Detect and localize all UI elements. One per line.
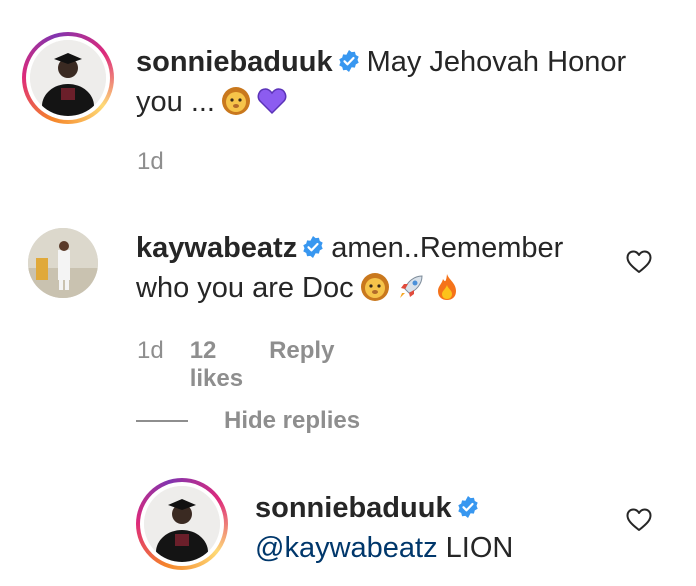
comment-username[interactable]: sonniebaduuk [136,46,333,78]
reply-body: LION [445,532,514,564]
reply-username[interactable]: sonniebaduuk [255,492,452,524]
avatar[interactable] [30,40,106,116]
verified-badge-icon [338,50,359,72]
lion-emoji-icon [222,87,250,115]
lion-emoji-icon [360,273,389,301]
reply-button[interactable]: Reply [269,337,334,393]
comment-body-line1: May Jehovah Honor [366,46,627,78]
divider-line [136,420,188,422]
comment-text: kaywabeatz amen..Remember who you are Doc [136,228,616,308]
rocket-emoji-icon [399,275,423,298]
hide-replies-button[interactable]: Hide replies [136,407,360,435]
comment-body-line2: you ... [136,86,215,118]
mention-link[interactable]: @kaywabeatz [255,532,438,564]
avatar-person-image [28,228,98,298]
likes-count[interactable]: 12 likes [190,337,243,393]
comment-body-line2: who you are Doc [136,272,354,304]
verified-badge-icon [303,236,323,258]
comment-meta: 1d 12 likes Reply [137,337,334,393]
fire-emoji-icon [437,274,456,300]
avatar-graduate-image [144,486,220,562]
comment-time[interactable]: 1d [137,148,164,176]
like-heart-icon[interactable] [625,248,653,276]
verified-badge-icon [457,496,478,518]
purple-heart-emoji-icon [257,88,287,115]
avatar-story-ring[interactable] [22,32,114,124]
comment-meta: 1d [137,148,164,176]
avatar[interactable] [28,228,98,298]
comment-body-line1: amen..Remember [331,232,564,264]
avatar[interactable] [144,486,220,562]
comment-text: sonniebaduuk May Jehovah Honor you ... [136,42,656,122]
like-heart-icon[interactable] [625,506,653,534]
avatar-story-ring[interactable] [136,478,228,570]
hide-replies-label: Hide replies [224,407,361,434]
comment-time[interactable]: 1d [137,337,164,393]
comment-username[interactable]: kaywabeatz [136,232,297,264]
reply-text: sonniebaduuk @kaywabeatz LION [255,488,615,568]
avatar-graduate-image [30,40,106,116]
